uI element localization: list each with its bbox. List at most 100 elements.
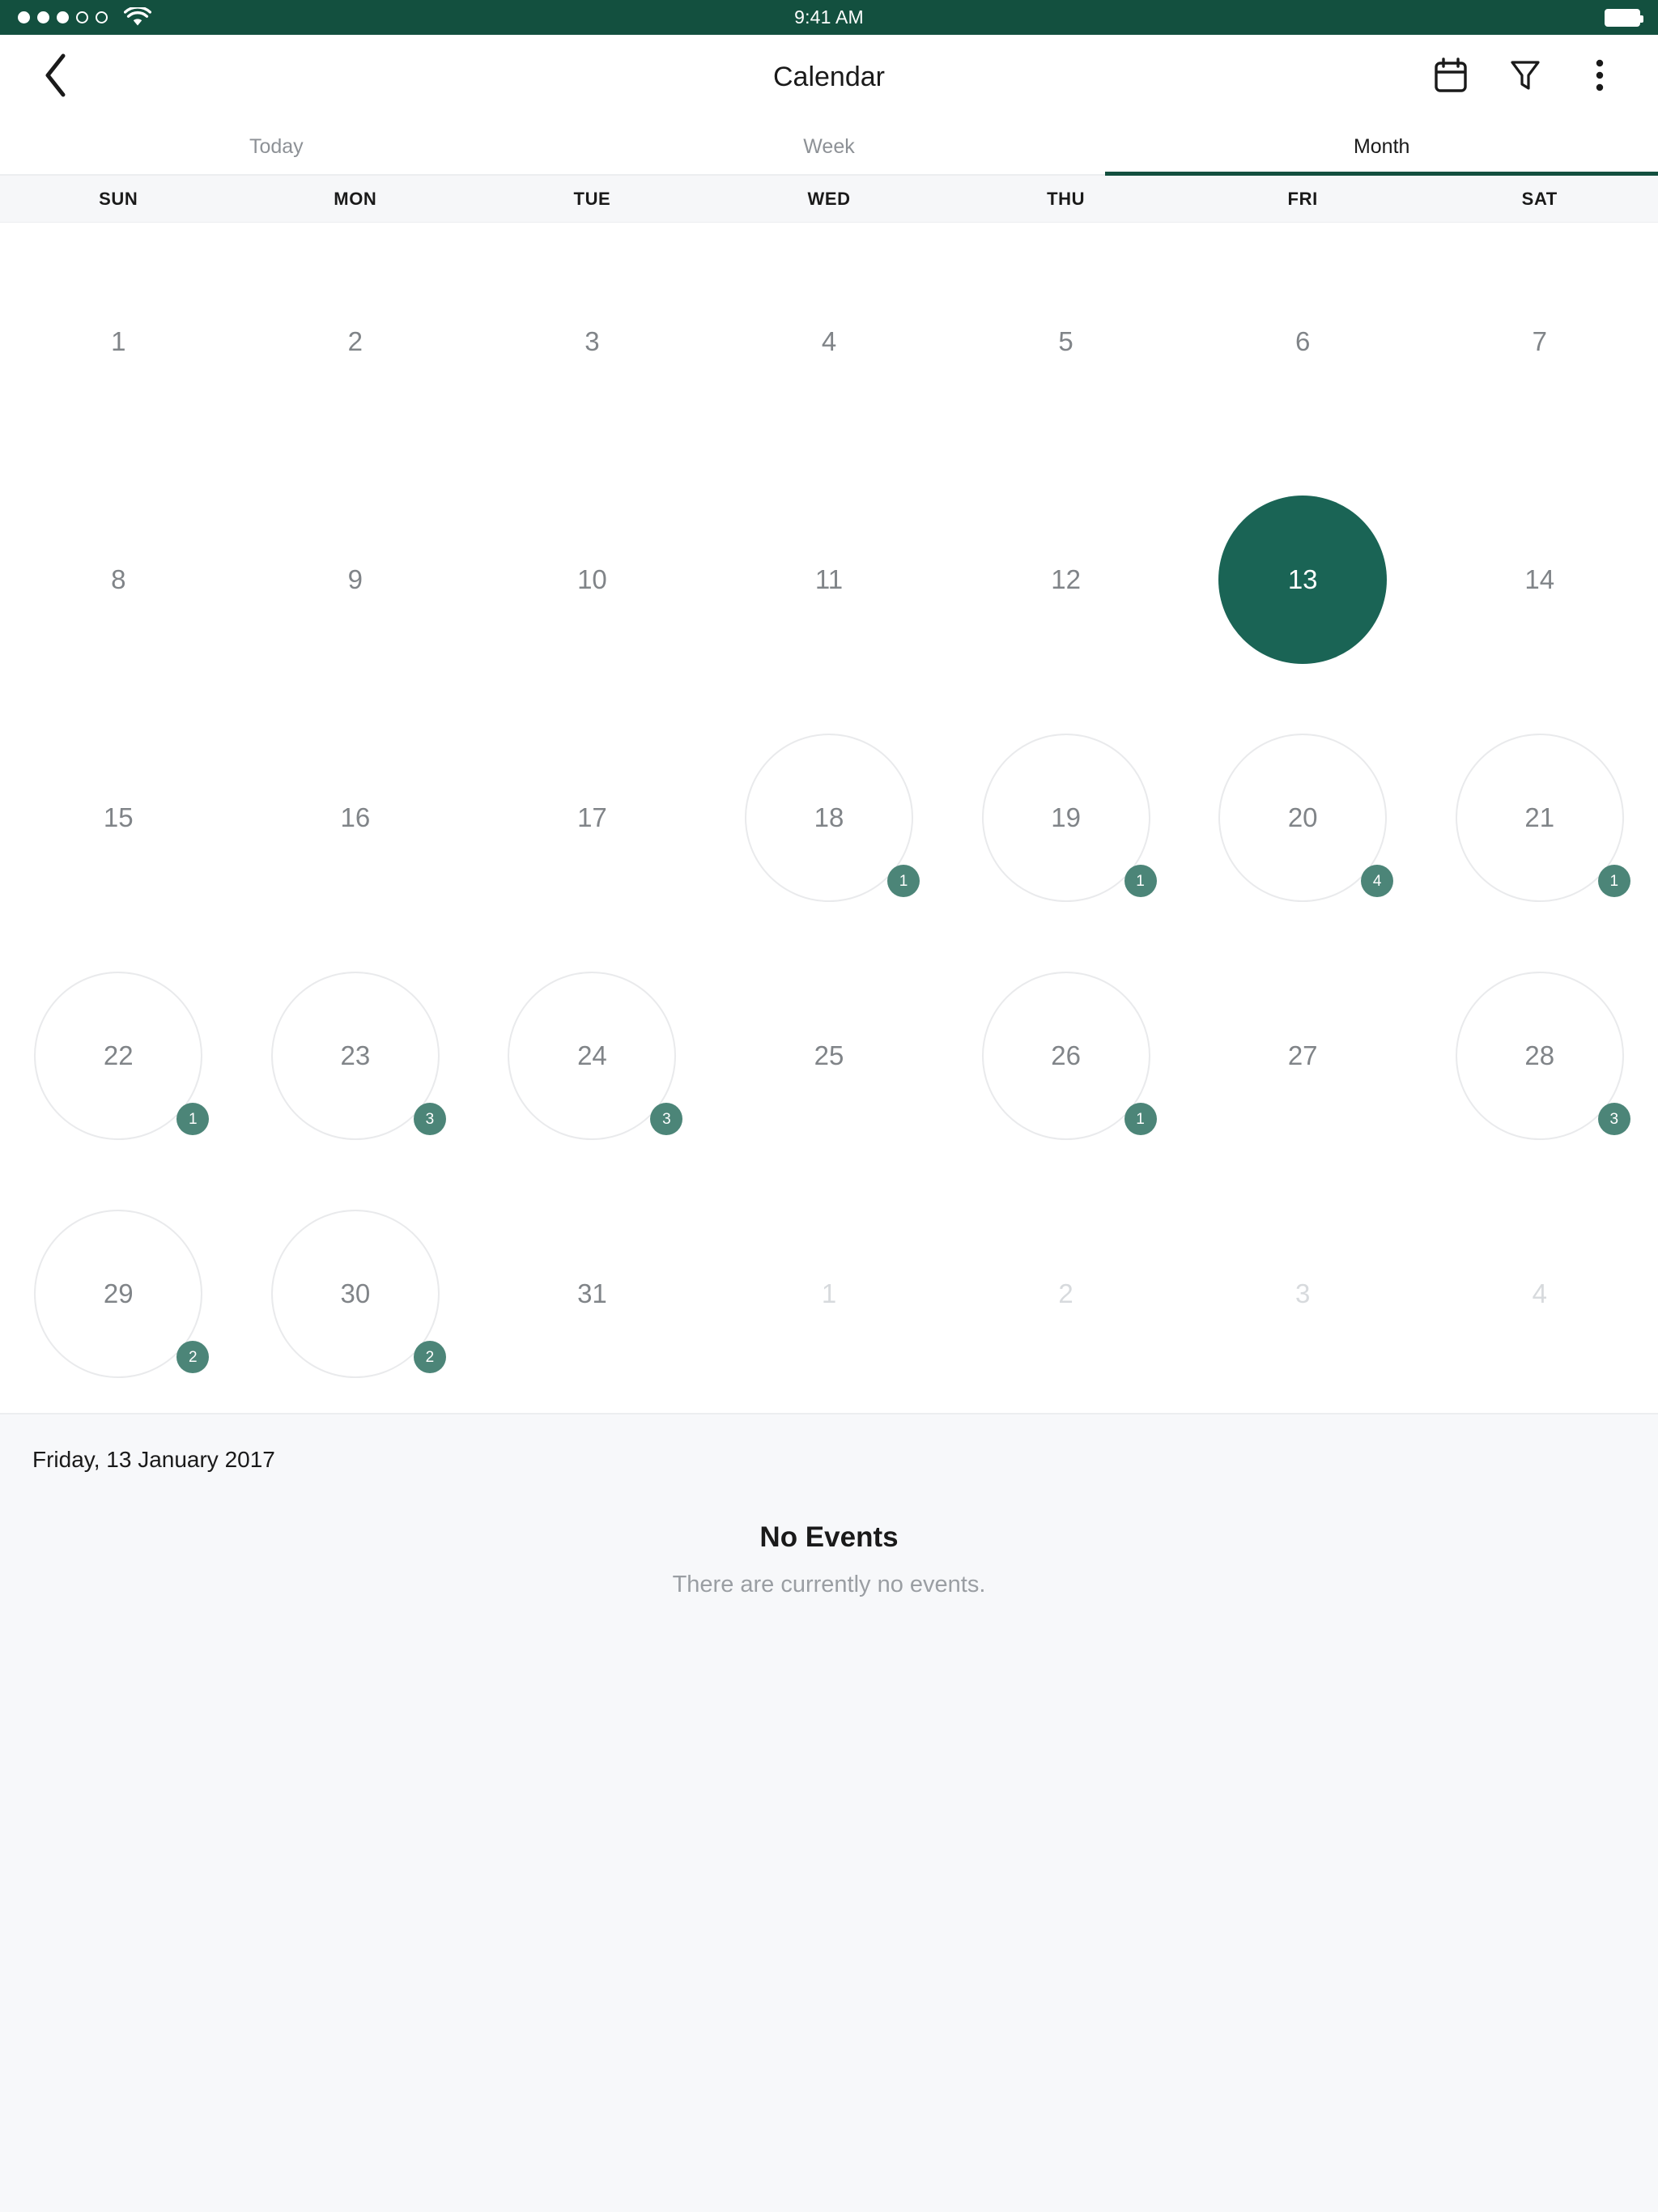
calendar-day-cell[interactable]: 26 1 [947,937,1184,1175]
event-count-badge: 1 [1124,1103,1157,1135]
day-number: 23 [340,1040,371,1070]
calendar-week-row: 29 2 30 2 31 1 2 3 4 [0,1175,1658,1413]
event-count-badge: 1 [887,865,920,897]
calendar-day[interactable]: 16 [271,734,440,902]
day-number: 4 [1532,1278,1547,1308]
tab-month[interactable]: Month [1105,120,1658,176]
selected-date-label: Friday, 13 January 2017 [32,1447,275,1472]
day-number: 15 [103,802,134,832]
calendar-day-cell[interactable]: 18 1 [711,699,948,937]
calendar-day[interactable]: 2 [271,257,440,426]
calendar-day[interactable]: 6 [1218,257,1387,426]
calendar-day-cell[interactable]: 4 [1421,1175,1658,1413]
calendar-day-cell[interactable]: 24 3 [474,937,711,1175]
calendar-day-cell[interactable]: 16 [237,699,474,937]
calendar-day-cell[interactable]: 19 1 [947,699,1184,937]
calendar-day[interactable]: 5 [982,257,1150,426]
calendar-day-selected[interactable]: 13 [1218,496,1388,664]
calendar-day[interactable]: 22 1 [34,972,210,1140]
calendar-week-row: 15 16 17 18 1 19 1 20 4 21 1 [0,699,1658,937]
tab-today[interactable]: Today [0,120,553,174]
calendar-day-cell[interactable]: 13 [1184,461,1422,699]
day-number: 30 [340,1278,371,1308]
calendar-day[interactable]: 1 [745,1210,913,1378]
calendar-day[interactable]: 11 [745,496,913,664]
calendar-day[interactable]: 31 [508,1210,676,1378]
filter-button[interactable] [1496,49,1554,107]
calendar-week-row: 1 2 3 4 5 6 7 [0,223,1658,461]
calendar-day-cell[interactable]: 20 4 [1184,699,1422,937]
calendar-day-cell[interactable]: 29 2 [0,1175,237,1413]
calendar-day[interactable]: 20 4 [1218,734,1394,902]
calendar-day-cell[interactable]: 17 [474,699,711,937]
calendar-day-cell[interactable]: 2 [237,223,474,461]
calendar-day-cell[interactable]: 8 [0,461,237,699]
calendar-day-cell[interactable]: 22 1 [0,937,237,1175]
calendar-view-button[interactable] [1422,49,1480,107]
day-number: 1 [821,1278,837,1308]
calendar-day[interactable]: 28 3 [1455,972,1630,1140]
calendar-day[interactable]: 3 [1218,1210,1387,1378]
calendar-day-cell[interactable]: 1 [0,223,237,461]
calendar-day-cell[interactable]: 3 [474,223,711,461]
calendar-day-cell[interactable]: 14 [1421,461,1658,699]
day-number: 14 [1524,564,1555,594]
calendar-day-cell[interactable]: 10 [474,461,711,699]
day-number: 24 [577,1040,607,1070]
calendar-day-cell[interactable]: 27 [1184,937,1422,1175]
calendar-day[interactable]: 2 [982,1210,1150,1378]
day-number: 8 [111,564,126,594]
calendar-day[interactable]: 15 [34,734,202,902]
calendar-day-cell[interactable]: 28 3 [1421,937,1658,1175]
calendar-day[interactable]: 4 [745,257,913,426]
calendar-day[interactable]: 9 [271,496,440,664]
calendar-day[interactable]: 26 1 [981,972,1157,1140]
calendar-day[interactable]: 1 [34,257,202,426]
day-number: 2 [1058,1278,1073,1308]
calendar-day[interactable]: 25 [745,972,913,1140]
day-number: 16 [340,802,371,832]
calendar-day-cell[interactable]: 3 [1184,1175,1422,1413]
calendar-day-cell[interactable]: 2 [947,1175,1184,1413]
overflow-menu-button[interactable] [1571,49,1629,107]
day-number: 12 [1051,564,1081,594]
tab-week[interactable]: Week [553,120,1106,174]
calendar-day[interactable]: 10 [508,496,676,664]
calendar-day[interactable]: 21 1 [1455,734,1630,902]
calendar-day-cell[interactable]: 1 [711,1175,948,1413]
weekday-sat: SAT [1521,188,1558,209]
calendar-day-cell[interactable]: 21 1 [1421,699,1658,937]
overflow-menu-icon [1592,57,1607,97]
calendar-day-cell[interactable]: 25 [711,937,948,1175]
calendar-day-cell[interactable]: 9 [237,461,474,699]
calendar-day-cell[interactable]: 11 [711,461,948,699]
calendar-day-cell[interactable]: 6 [1184,223,1422,461]
calendar-day[interactable]: 12 [982,496,1150,664]
calendar-day-cell[interactable]: 30 2 [237,1175,474,1413]
back-button[interactable] [24,46,87,109]
calendar-day-cell[interactable]: 12 [947,461,1184,699]
calendar-day[interactable]: 18 1 [745,734,920,902]
empty-events-subtitle: There are currently no events. [672,1572,986,1597]
calendar-day-cell[interactable]: 4 [711,223,948,461]
calendar-day-cell[interactable]: 31 [474,1175,711,1413]
calendar-day[interactable]: 23 3 [270,972,446,1140]
calendar-day-cell[interactable]: 23 3 [237,937,474,1175]
calendar-day[interactable]: 24 3 [508,972,683,1140]
day-number: 7 [1532,326,1547,356]
calendar-day[interactable]: 4 [1456,1210,1624,1378]
event-count-badge: 1 [1124,865,1157,897]
calendar-day[interactable]: 19 1 [981,734,1157,902]
calendar-day[interactable]: 14 [1456,496,1624,664]
calendar-day[interactable]: 29 2 [34,1210,210,1378]
day-number: 11 [814,564,844,594]
calendar-day[interactable]: 27 [1218,972,1387,1140]
calendar-day[interactable]: 8 [34,496,202,664]
calendar-day-cell[interactable]: 15 [0,699,237,937]
calendar-day[interactable]: 30 2 [270,1210,446,1378]
calendar-day-cell[interactable]: 5 [947,223,1184,461]
calendar-day[interactable]: 17 [508,734,676,902]
calendar-day[interactable]: 7 [1456,257,1624,426]
calendar-day[interactable]: 3 [508,257,676,426]
calendar-day-cell[interactable]: 7 [1421,223,1658,461]
